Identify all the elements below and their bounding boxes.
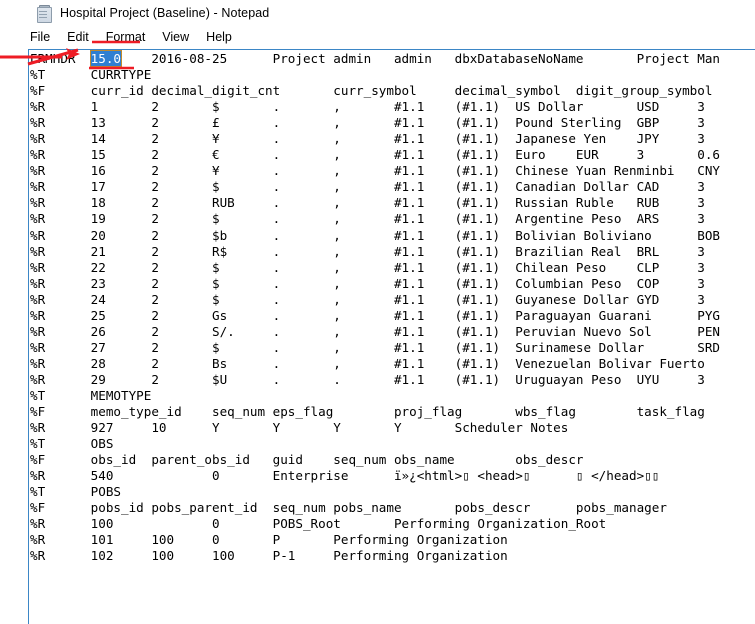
editor-line[interactable]: %R 15 2 € . , #1.1 (#1.1) Euro EUR 3 0.6 xyxy=(30,147,755,163)
menu-help[interactable]: Help xyxy=(206,30,232,44)
editor-line-suffix: 2016-08-25 Project admin admin dbxDataba… xyxy=(121,51,720,66)
text-editor-frame[interactable]: ERMHDR 15.0 2016-08-25 Project admin adm… xyxy=(28,49,755,624)
editor-line[interactable]: %R 1 2 $ . , #1.1 (#1.1) US Dollar USD 3 xyxy=(30,99,755,115)
editor-line[interactable]: %R 100 0 POBS_Root Performing Organizati… xyxy=(30,516,755,532)
menu-format[interactable]: Format xyxy=(106,30,146,44)
editor-line[interactable]: %R 101 100 0 P Performing Organization xyxy=(30,532,755,548)
editor-line[interactable]: %R 927 10 Y Y Y Y Scheduler Notes xyxy=(30,420,755,436)
editor-line[interactable]: %T CURRTYPE xyxy=(30,67,755,83)
editor-line[interactable]: ERMHDR 15.0 2016-08-25 Project admin adm… xyxy=(30,50,755,67)
editor-line[interactable]: %R 29 2 $U . . #1.1 (#1.1) Uruguayan Pes… xyxy=(30,372,755,388)
editor-line[interactable]: %R 24 2 $ . , #1.1 (#1.1) Guyanese Dolla… xyxy=(30,292,755,308)
editor-line[interactable]: %F pobs_id pobs_parent_id seq_num pobs_n… xyxy=(30,500,755,516)
editor-line[interactable]: %R 16 2 ¥ . , #1.1 (#1.1) Chinese Yuan R… xyxy=(30,163,755,179)
editor-line[interactable]: %R 18 2 RUB . , #1.1 (#1.1) Russian Rubl… xyxy=(30,195,755,211)
text-editor-content[interactable]: ERMHDR 15.0 2016-08-25 Project admin adm… xyxy=(29,50,755,565)
editor-line[interactable]: %F memo_type_id seq_num eps_flag proj_fl… xyxy=(30,404,755,420)
editor-line[interactable]: %R 28 2 Bs . , #1.1 (#1.1) Venezuelan Bo… xyxy=(30,356,755,372)
notepad-icon xyxy=(36,4,53,23)
editor-line[interactable]: %R 102 100 100 P-1 Performing Organizati… xyxy=(30,548,755,564)
menu-edit[interactable]: Edit xyxy=(67,30,89,44)
editor-line[interactable]: %R 540 0 Enterprise ï»¿<html>▯ <head>▯ ▯… xyxy=(30,468,755,484)
editor-line[interactable]: %R 13 2 £ . , #1.1 (#1.1) Pound Sterling… xyxy=(30,115,755,131)
editor-line[interactable]: %T POBS xyxy=(30,484,755,500)
menu-bar: File Edit Format View Help xyxy=(0,26,755,48)
editor-line[interactable]: %R 22 2 $ . , #1.1 (#1.1) Chilean Peso C… xyxy=(30,260,755,276)
window-title-bar: Hospital Project (Baseline) - Notepad xyxy=(0,0,755,26)
editor-line[interactable]: %R 19 2 $ . , #1.1 (#1.1) Argentine Peso… xyxy=(30,211,755,227)
window-title: Hospital Project (Baseline) - Notepad xyxy=(60,6,270,20)
editor-line[interactable]: %R 25 2 Gs . , #1.1 (#1.1) Paraguayan Gu… xyxy=(30,308,755,324)
editor-line[interactable]: %R 27 2 $ . , #1.1 (#1.1) Surinamese Dol… xyxy=(30,340,755,356)
editor-line[interactable]: %T MEMOTYPE xyxy=(30,388,755,404)
editor-line[interactable]: %T OBS xyxy=(30,436,755,452)
menu-file[interactable]: File xyxy=(30,30,50,44)
editor-line[interactable]: %R 14 2 ¥ . , #1.1 (#1.1) Japanese Yen J… xyxy=(30,131,755,147)
menu-view[interactable]: View xyxy=(162,30,189,44)
editor-line-prefix: ERMHDR xyxy=(30,51,91,66)
editor-line[interactable]: %F curr_id decimal_digit_cnt curr_symbol… xyxy=(30,83,755,99)
editor-line[interactable]: %R 21 2 R$ . , #1.1 (#1.1) Brazilian Rea… xyxy=(30,244,755,260)
editor-line[interactable]: %F obs_id parent_obs_id guid seq_num obs… xyxy=(30,452,755,468)
editor-line[interactable]: %R 23 2 $ . , #1.1 (#1.1) Columbian Peso… xyxy=(30,276,755,292)
editor-line[interactable]: %R 20 2 $b . , #1.1 (#1.1) Bolivian Boli… xyxy=(30,228,755,244)
selected-version-value[interactable]: 15.0 xyxy=(89,50,123,67)
editor-line[interactable]: %R 26 2 S/. . , #1.1 (#1.1) Peruvian Nue… xyxy=(30,324,755,340)
editor-line[interactable]: %R 17 2 $ . , #1.1 (#1.1) Canadian Dolla… xyxy=(30,179,755,195)
